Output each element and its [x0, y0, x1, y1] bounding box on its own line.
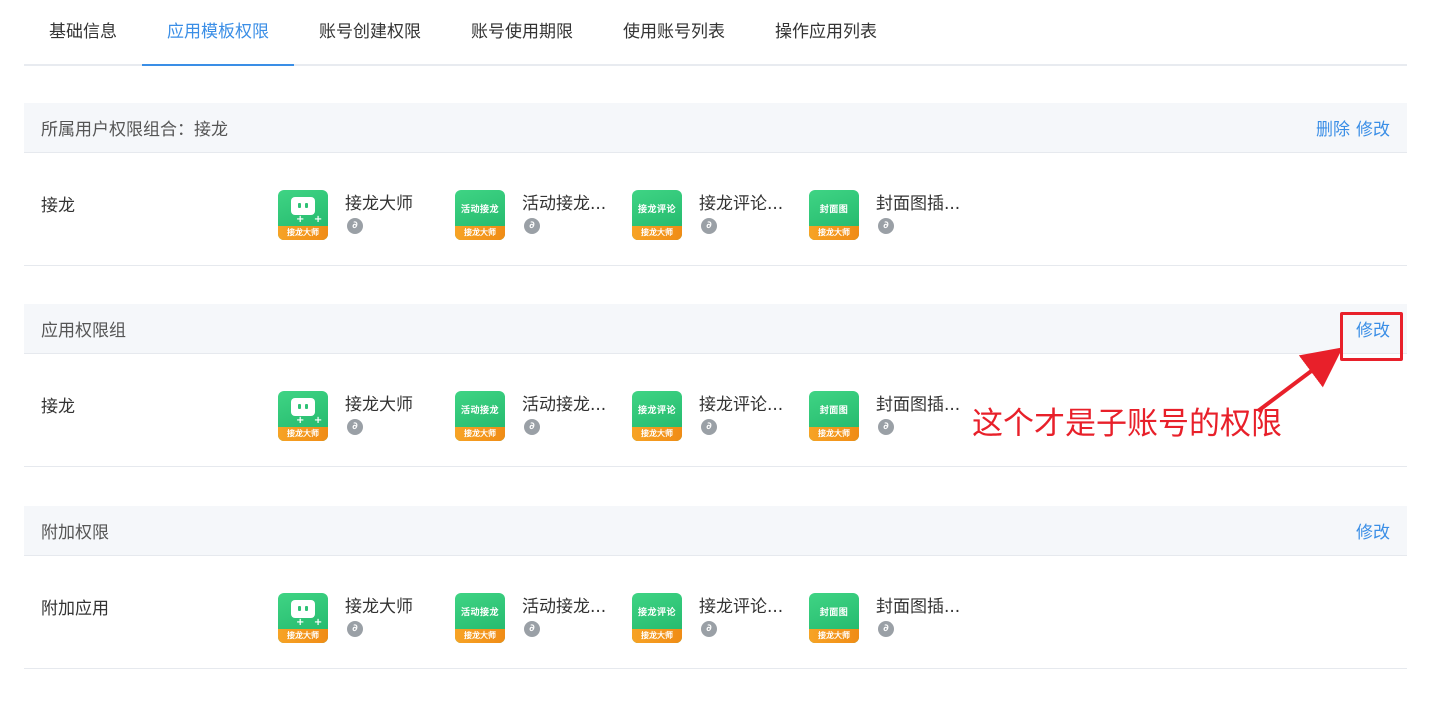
app-name: 接龙评论... — [699, 194, 784, 214]
app-name: 封面图插... — [876, 395, 961, 415]
mini-program-icon: ∂ — [524, 218, 540, 234]
app-name: 活动接龙... — [522, 395, 607, 415]
mini-program-icon: ∂ — [701, 218, 717, 234]
annotation-text: 这个才是子账号的权限 — [972, 406, 1282, 442]
edit-button[interactable]: 修改 — [1356, 518, 1390, 543]
robot-icon: + + 接龙大师 — [278, 593, 328, 643]
tab-used-accounts-list[interactable]: 使用账号列表 — [598, 0, 750, 64]
app-icon: 接龙评论 接龙大师 — [632, 391, 682, 441]
delete-button[interactable]: 删除 — [1316, 115, 1350, 140]
app-item[interactable]: 活动接龙 接龙大师 活动接龙... ∂ — [455, 391, 632, 441]
tab-account-usage-period[interactable]: 账号使用期限 — [446, 0, 598, 64]
app-name: 活动接龙... — [522, 194, 607, 214]
app-item[interactable]: 封面图 接龙大师 封面图插... ∂ — [809, 391, 986, 441]
app-list: + + 接龙大师 接龙大师 ∂ 活动接龙 接龙大师 活动接龙... ∂ 接龙评论 接龙… — [278, 391, 986, 441]
app-list: + + 接龙大师 接龙大师 ∂ 活动接龙 接龙大师 活动接龙... ∂ 接龙评论 接龙… — [278, 190, 986, 240]
app-name: 封面图插... — [876, 597, 961, 617]
app-icon: 封面图 接龙大师 — [809, 190, 859, 240]
section-title: 所属用户权限组合：接龙 — [41, 120, 228, 140]
section-header: 附加权限 修改 — [24, 506, 1407, 556]
mini-program-icon: ∂ — [347, 419, 363, 435]
app-item[interactable]: + + 接龙大师 接龙大师 ∂ — [278, 593, 455, 643]
app-icon: 封面图 接龙大师 — [809, 593, 859, 643]
mini-program-icon: ∂ — [524, 419, 540, 435]
mini-program-icon: ∂ — [878, 621, 894, 637]
mini-program-icon: ∂ — [878, 218, 894, 234]
section-extra-permissions: 附加权限 修改 附加应用 + + 接龙大师 接龙大师 ∂ 活动接龙 接龙大师 活动接… — [24, 506, 1407, 669]
app-item[interactable]: 接龙评论 接龙大师 接龙评论... ∂ — [632, 391, 809, 441]
app-item[interactable]: 活动接龙 接龙大师 活动接龙... ∂ — [455, 190, 632, 240]
tab-account-creation-permissions[interactable]: 账号创建权限 — [294, 0, 446, 64]
row-label: 接龙 — [41, 397, 75, 417]
app-item[interactable]: 接龙评论 接龙大师 接龙评论... ∂ — [632, 190, 809, 240]
app-name: 接龙评论... — [699, 395, 784, 415]
app-name: 接龙大师 — [345, 597, 413, 617]
app-icon: 接龙评论 接龙大师 — [632, 593, 682, 643]
section-user-permission-combo: 所属用户权限组合：接龙 删除 修改 接龙 + + 接龙大师 接龙大师 ∂ 活动接龙… — [24, 103, 1407, 266]
section-row: 接龙 + + 接龙大师 接龙大师 ∂ 活动接龙 接龙大师 活动接龙... ∂ 接龙评… — [24, 153, 1407, 266]
app-icon: 封面图 接龙大师 — [809, 391, 859, 441]
section-actions: 修改 — [1356, 518, 1390, 543]
app-item[interactable]: 封面图 接龙大师 封面图插... ∂ — [809, 593, 986, 643]
mini-program-icon: ∂ — [701, 621, 717, 637]
robot-icon: + + 接龙大师 — [278, 391, 328, 441]
app-item[interactable]: 接龙评论 接龙大师 接龙评论... ∂ — [632, 593, 809, 643]
section-header: 所属用户权限组合：接龙 删除 修改 — [24, 103, 1407, 153]
app-list: + + 接龙大师 接龙大师 ∂ 活动接龙 接龙大师 活动接龙... ∂ 接龙评论 接龙… — [278, 593, 986, 643]
app-item[interactable]: + + 接龙大师 接龙大师 ∂ — [278, 190, 455, 240]
section-actions: 删除 修改 — [1316, 115, 1390, 140]
section-row: 附加应用 + + 接龙大师 接龙大师 ∂ 活动接龙 接龙大师 活动接龙... ∂ 接… — [24, 556, 1407, 669]
app-item[interactable]: 活动接龙 接龙大师 活动接龙... ∂ — [455, 593, 632, 643]
mini-program-icon: ∂ — [347, 218, 363, 234]
app-icon: 活动接龙 接龙大师 — [455, 391, 505, 441]
mini-program-icon: ∂ — [701, 419, 717, 435]
robot-icon: + + 接龙大师 — [278, 190, 328, 240]
app-icon: 活动接龙 接龙大师 — [455, 190, 505, 240]
app-item[interactable]: + + 接龙大师 接龙大师 ∂ — [278, 391, 455, 441]
mini-program-icon: ∂ — [347, 621, 363, 637]
mini-program-icon: ∂ — [524, 621, 540, 637]
row-label: 接龙 — [41, 196, 75, 216]
tab-bar: 基础信息 应用模板权限 账号创建权限 账号使用期限 使用账号列表 操作应用列表 — [24, 0, 1407, 66]
app-item[interactable]: 封面图 接龙大师 封面图插... ∂ — [809, 190, 986, 240]
app-name: 封面图插... — [876, 194, 961, 214]
section-title: 应用权限组 — [41, 321, 126, 341]
edit-button[interactable]: 修改 — [1356, 115, 1390, 140]
app-name: 接龙大师 — [345, 194, 413, 214]
mini-program-icon: ∂ — [878, 419, 894, 435]
app-name: 接龙评论... — [699, 597, 784, 617]
section-title: 附加权限 — [41, 523, 109, 543]
section-header: 应用权限组 修改 — [24, 304, 1407, 354]
row-label: 附加应用 — [41, 599, 109, 619]
app-icon: 接龙评论 接龙大师 — [632, 190, 682, 240]
tab-operated-apps-list[interactable]: 操作应用列表 — [750, 0, 902, 64]
app-icon: 活动接龙 接龙大师 — [455, 593, 505, 643]
app-name: 活动接龙... — [522, 597, 607, 617]
tab-basic-info[interactable]: 基础信息 — [24, 0, 142, 64]
tab-app-template-permissions[interactable]: 应用模板权限 — [142, 0, 294, 66]
app-name: 接龙大师 — [345, 395, 413, 415]
